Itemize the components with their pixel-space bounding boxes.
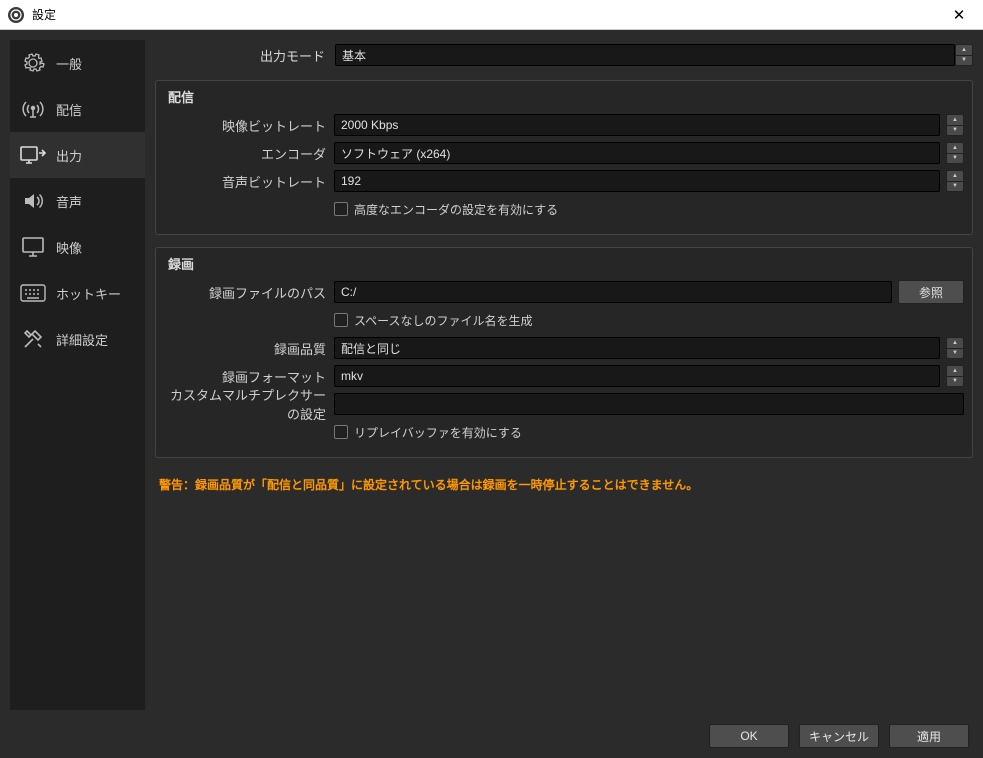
recording-format-value: mkv: [341, 369, 363, 383]
sidebar-item-label: 音声: [56, 192, 82, 211]
browse-button[interactable]: 参照: [898, 280, 964, 304]
video-bitrate-value: 2000 Kbps: [341, 118, 398, 132]
output-mode-select[interactable]: 基本: [335, 44, 955, 66]
sidebar-item-label: 出力: [56, 146, 82, 165]
warning-text: 警告：録画品質が「配信と同品質」に設定されている場合は録画を一時停止することはで…: [155, 470, 973, 499]
recording-quality-value: 配信と同じ: [341, 340, 401, 357]
streaming-title: 配信: [164, 87, 964, 106]
sidebar-item-stream[interactable]: 配信: [10, 86, 145, 132]
recording-group: 録画 録画ファイルのパス C:/ 参照 スペースなしのファイル名を生成: [155, 247, 973, 458]
recording-quality-label: 録画品質: [164, 339, 334, 358]
recording-format-select[interactable]: mkv: [334, 365, 940, 387]
no-space-filename-label: スペースなしのファイル名を生成: [354, 312, 533, 329]
recording-path-label: 録画ファイルのパス: [164, 283, 334, 302]
encoder-stepper[interactable]: ▲▼: [946, 142, 964, 164]
sidebar-item-label: 一般: [56, 54, 82, 73]
replay-buffer-label: リプレイバッファを有効にする: [354, 424, 522, 441]
encoder-value: ソフトウェア (x264): [341, 145, 450, 162]
output-mode-value: 基本: [342, 47, 366, 64]
recording-format-label: 録画フォーマット: [164, 367, 334, 386]
window-title: 設定: [32, 6, 943, 23]
encoder-select[interactable]: ソフトウェア (x264): [334, 142, 940, 164]
speaker-icon: [20, 188, 46, 214]
replay-buffer-checkbox[interactable]: リプレイバッファを有効にする: [334, 424, 522, 441]
encoder-label: エンコーダ: [164, 144, 334, 163]
sidebar-item-general[interactable]: 一般: [10, 40, 145, 86]
sidebar-item-label: 映像: [56, 238, 82, 257]
antenna-icon: [20, 96, 46, 122]
apply-button[interactable]: 適用: [889, 724, 969, 748]
footer: OK キャンセル 適用: [709, 724, 969, 748]
video-bitrate-label: 映像ビットレート: [164, 116, 334, 135]
cancel-button[interactable]: キャンセル: [799, 724, 879, 748]
video-bitrate-input[interactable]: 2000 Kbps: [334, 114, 940, 136]
output-mode-label: 出力モード: [155, 46, 335, 65]
sidebar-item-audio[interactable]: 音声: [10, 178, 145, 224]
no-space-filename-checkbox[interactable]: スペースなしのファイル名を生成: [334, 312, 533, 329]
gear-icon: [20, 50, 46, 76]
sidebar: 一般 配信 出力 音声: [10, 40, 145, 710]
checkbox-icon: [334, 313, 348, 327]
sidebar-item-label: 配信: [56, 100, 82, 119]
titlebar: 設定 ✕: [0, 0, 983, 30]
audio-bitrate-value: 192: [341, 174, 361, 188]
custom-mux-input[interactable]: [334, 393, 964, 415]
audio-bitrate-select[interactable]: 192: [334, 170, 940, 192]
sidebar-item-video[interactable]: 映像: [10, 224, 145, 270]
sidebar-item-output[interactable]: 出力: [10, 132, 145, 178]
custom-mux-label: カスタムマルチプレクサーの設定: [164, 385, 334, 423]
output-icon: [20, 142, 46, 168]
video-bitrate-stepper[interactable]: ▲▼: [946, 114, 964, 136]
tools-icon: [20, 326, 46, 352]
recording-path-value: C:/: [341, 285, 356, 299]
keyboard-icon: [20, 280, 46, 306]
sidebar-item-hotkeys[interactable]: ホットキー: [10, 270, 145, 316]
streaming-group: 配信 映像ビットレート 2000 Kbps ▲▼ エンコーダ ソフトウェア (x…: [155, 80, 973, 235]
recording-quality-stepper[interactable]: ▲▼: [946, 337, 964, 359]
checkbox-icon: [334, 425, 348, 439]
checkbox-icon: [334, 202, 348, 216]
close-button[interactable]: ✕: [943, 6, 975, 24]
recording-path-input[interactable]: C:/: [334, 281, 892, 303]
advanced-encoder-label: 高度なエンコーダの設定を有効にする: [354, 201, 558, 218]
audio-bitrate-stepper[interactable]: ▲▼: [946, 170, 964, 192]
ok-button[interactable]: OK: [709, 724, 789, 748]
main-panel: 出力モード 基本 ▲▼ 配信 映像ビットレート 2000 Kbps ▲▼ エンコ…: [145, 40, 973, 710]
advanced-encoder-checkbox[interactable]: 高度なエンコーダの設定を有効にする: [334, 201, 558, 218]
recording-quality-select[interactable]: 配信と同じ: [334, 337, 940, 359]
recording-format-stepper[interactable]: ▲▼: [946, 365, 964, 387]
output-mode-stepper[interactable]: ▲▼: [955, 44, 973, 66]
monitor-icon: [20, 234, 46, 260]
sidebar-item-label: ホットキー: [56, 284, 121, 303]
sidebar-item-advanced[interactable]: 詳細設定: [10, 316, 145, 362]
audio-bitrate-label: 音声ビットレート: [164, 172, 334, 191]
sidebar-item-label: 詳細設定: [56, 330, 108, 349]
recording-title: 録画: [164, 254, 964, 273]
app-icon: [8, 7, 24, 23]
